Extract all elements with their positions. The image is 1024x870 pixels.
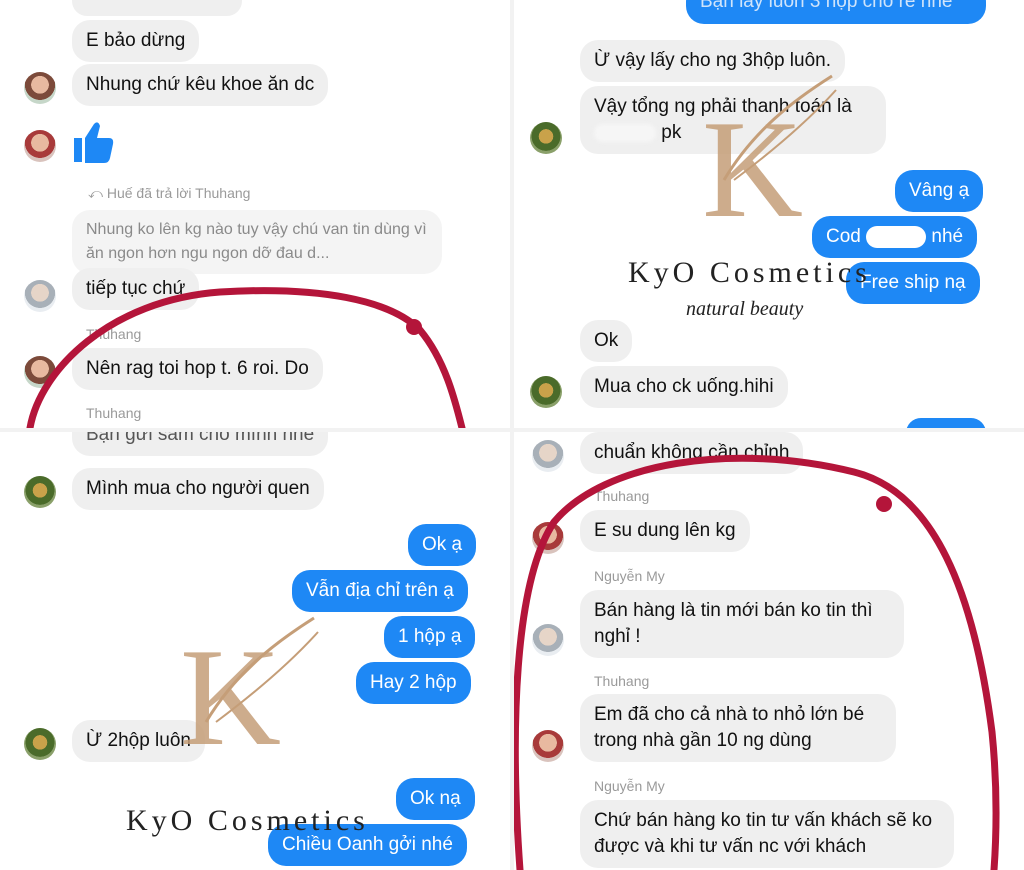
chat-panel-bottom-left: Bạn gửi sâm cho mình nhé Mình mua cho ng…: [0, 432, 510, 870]
chat-panel-bottom-right: chuẩn không cần chỉnh Thuhang E su dung …: [514, 432, 1024, 870]
reply-label-row: ⤺ Huế đã trả lời Thuhang: [88, 185, 250, 202]
avatar: [532, 730, 564, 762]
message-bubble: Em đã cho cả nhà to nhỏ lớn bé trong nhà…: [580, 694, 896, 762]
sender-name: Thuhang: [86, 326, 142, 342]
cut-off-outgoing-bubble: [906, 418, 986, 428]
avatar: [532, 440, 564, 472]
message-suffix: nhé: [931, 226, 964, 247]
avatar: [24, 130, 56, 162]
avatar: [530, 122, 562, 154]
watermark-tagline: natural beauty: [686, 298, 804, 320]
watermark-swoosh: [204, 616, 319, 723]
message-bubble: chuẩn không cần chỉnh: [580, 432, 804, 474]
outgoing-message-bubble: Chiều Oanh gởi nhé: [268, 824, 467, 866]
message-bubble: Bán hàng là tin mới bán ko tin thì nghỉ …: [580, 590, 904, 658]
sender-name: Nguyễn My: [594, 778, 665, 794]
message-bubble: E su dung lên kg: [580, 510, 750, 552]
avatar: [532, 522, 564, 554]
redacted-amount: [594, 123, 656, 142]
thumbs-up-icon[interactable]: [72, 120, 114, 164]
message-bubble: Mua cho ck uống.hihi: [580, 366, 788, 408]
message-bubble: Vậy tổng ng phải thanh toán là pk: [580, 86, 886, 154]
avatar: [532, 624, 564, 656]
outgoing-message-bubble: 1 hộp ạ: [384, 616, 476, 658]
message-bubble: E bảo dừng: [72, 20, 200, 62]
sender-name: Thuhang: [594, 488, 650, 504]
quoted-message[interactable]: Nhung ko lên kg nào tuy vậy chú van tin …: [72, 210, 442, 274]
message-prefix: Cod: [826, 226, 861, 247]
chat-panel-top-left: E bảo dừng Nhung chứ kêu khoe ăn dc ⤺ Hu…: [0, 0, 510, 428]
message-bubble: Nên rag toi hop t. 6 roi. Do: [72, 348, 323, 390]
message-bubble: Nhung chứ kêu khoe ăn dc: [72, 64, 329, 106]
cut-off-outgoing-bubble: Bạn lấy luôn 3 hộp cho rẻ nhé: [686, 0, 986, 24]
outgoing-message-bubble: Hay 2 hộp: [356, 662, 471, 704]
avatar: [24, 476, 56, 508]
outgoing-message-bubble: Cod nhé: [812, 216, 978, 258]
message-bubble: Ừ vậy lấy cho ng 3hộp luôn.: [580, 40, 845, 82]
message-bubble: Ok: [580, 320, 633, 362]
message-bubble: Chứ bán hàng ko tin tư vấn khách sẽ ko đ…: [580, 800, 954, 868]
outgoing-message-bubble: Ok ạ: [408, 524, 477, 566]
cut-off-bubble: [72, 0, 242, 16]
message-suffix: pk: [661, 122, 682, 143]
avatar: [530, 376, 562, 408]
message-bubble: Ừ 2hộp luôn: [72, 720, 205, 762]
message-bubble: tiếp tục chứ: [72, 268, 200, 310]
outgoing-message-bubble: Free ship nạ: [846, 262, 980, 304]
reply-arrow-icon: ⤺: [88, 185, 107, 201]
outgoing-message-bubble: Vẫn địa chỉ trên ạ: [292, 570, 468, 612]
avatar: [24, 280, 56, 312]
outgoing-message-bubble: Vâng ạ: [895, 170, 984, 212]
avatar: [24, 728, 56, 760]
sender-name: Nguyễn My: [594, 568, 665, 584]
redacted-amount: [866, 225, 927, 248]
sender-name: Thuhang: [86, 405, 142, 421]
sender-name: Thuhang: [594, 673, 650, 689]
cut-off-message-bubble: Bạn gửi sâm cho mình nhé: [72, 432, 329, 456]
message-bubble: Mình mua cho người quen: [72, 468, 324, 510]
message-line: Vậy tổng ng phải thanh toán là: [594, 96, 852, 117]
reply-label: Huế đã trả lời Thuhang: [106, 185, 251, 201]
chat-panel-top-right: Bạn lấy luôn 3 hộp cho rẻ nhé Ừ vậy lấy …: [514, 0, 1024, 428]
avatar: [24, 72, 56, 104]
outgoing-message-bubble: Ok nạ: [396, 778, 475, 820]
watermark-brand: KyO Cosmetics: [628, 256, 871, 289]
avatar: [24, 356, 56, 388]
